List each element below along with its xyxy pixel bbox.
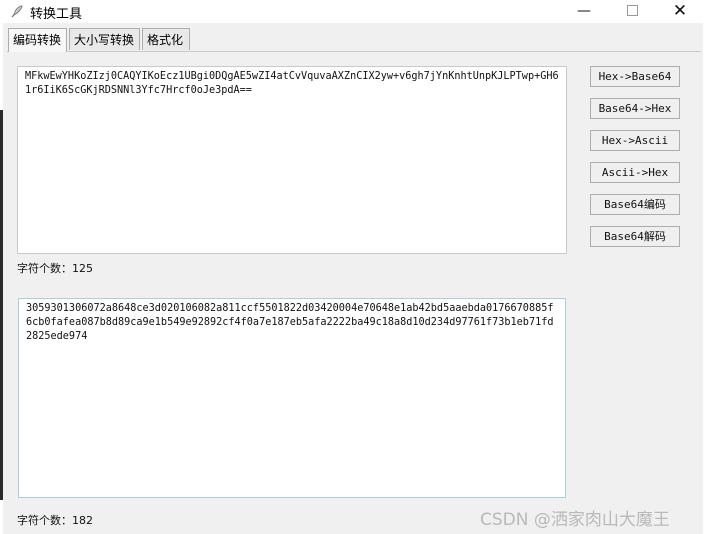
input-char-count: 字符个数：125 — [17, 262, 93, 275]
csdn-watermark: CSDN @洒家肉山大魔王 — [480, 510, 670, 530]
minimize-button[interactable]: — — [561, 0, 607, 23]
ascii-to-hex-button[interactable]: Ascii->Hex — [590, 162, 680, 183]
base64-decode-button[interactable]: Base64解码 — [590, 226, 680, 247]
tab-case-convert[interactable]: 大小写转换 — [69, 28, 140, 50]
base64-to-hex-button[interactable]: Base64->Hex — [590, 98, 680, 119]
close-button[interactable]: ✕ — [657, 0, 703, 23]
window-title: 转换工具 — [30, 7, 83, 22]
tab-encoding[interactable]: 编码转换 — [8, 28, 67, 52]
output-textarea[interactable]: 3059301306072a8648ce3d020106082a811ccf55… — [18, 298, 566, 498]
feather-icon — [9, 3, 25, 19]
hex-to-base64-button[interactable]: Hex->Base64 — [590, 66, 680, 87]
input-textarea[interactable]: MFkwEwYHKoZIzj0CAQYIKoEcz1UBgi0DQgAE5wZI… — [17, 66, 567, 254]
maximize-icon — [626, 4, 638, 16]
base64-encode-button[interactable]: Base64编码 — [590, 194, 680, 215]
output-char-count: 字符个数：182 — [17, 514, 93, 527]
hex-to-ascii-button[interactable]: Hex->Ascii — [590, 130, 680, 151]
title-bar[interactable]: 转换工具 — ✕ — [3, 0, 703, 23]
app-window: 转换工具 — ✕ 编码转换 大小写转换 格式化 MFkwEwYHKoZIzj0C… — [3, 0, 703, 534]
tab-format[interactable]: 格式化 — [142, 28, 190, 50]
maximize-button[interactable] — [609, 0, 655, 23]
